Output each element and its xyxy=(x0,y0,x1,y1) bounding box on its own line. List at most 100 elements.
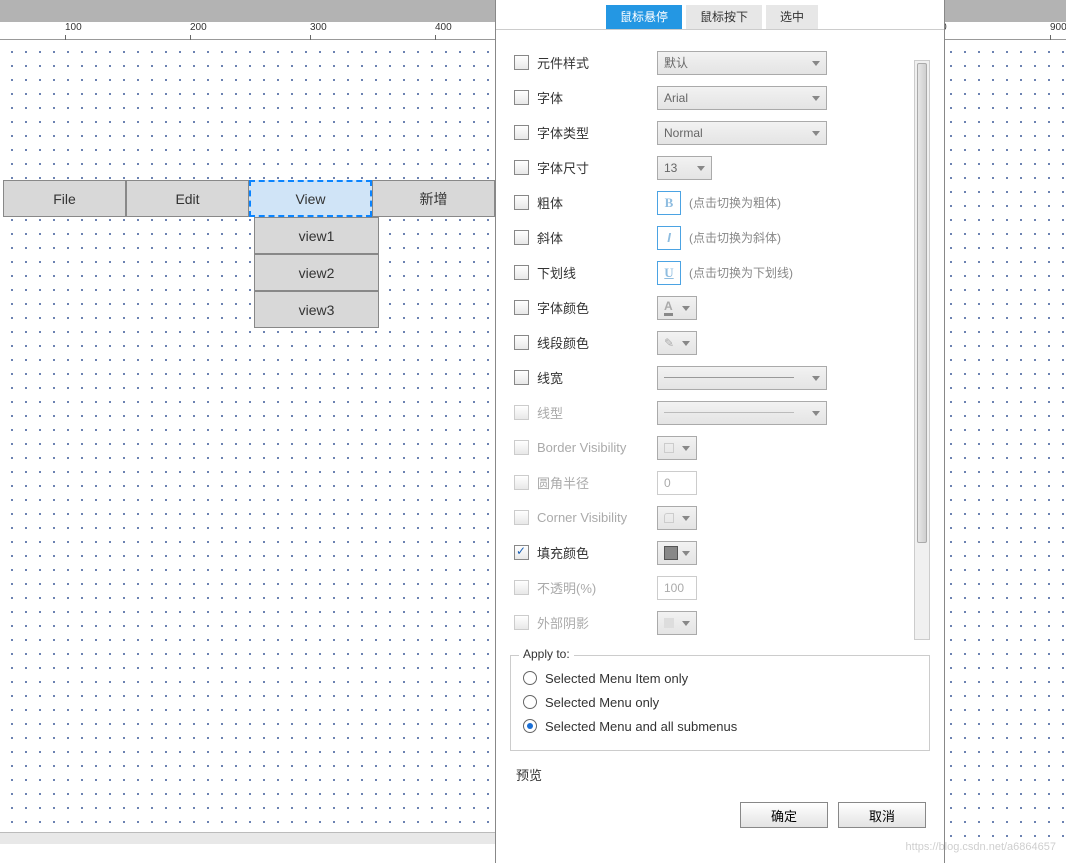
underline-icon[interactable]: U xyxy=(657,261,681,285)
ruler-tick: 100 xyxy=(65,22,82,33)
shadow-icon xyxy=(664,618,674,628)
tab-hover[interactable]: 鼠标悬停 xyxy=(606,5,682,29)
dropdown-line-style xyxy=(657,401,827,425)
radio-icon xyxy=(523,695,537,709)
properties-panel: 元件样式 默认 字体 Arial 字体类型 Normal 字体尺寸 13 粗体 … xyxy=(496,30,944,655)
label-fill-color: 填充颜色 xyxy=(537,543,657,562)
chevron-down-icon xyxy=(812,96,820,101)
check-font-type[interactable] xyxy=(514,125,529,140)
dropdown-border-visibility xyxy=(657,436,697,460)
pencil-icon: ✎ xyxy=(664,336,674,350)
chevron-down-icon xyxy=(682,446,690,451)
check-font-size[interactable] xyxy=(514,160,529,175)
dropdown-font-size[interactable]: 13 xyxy=(657,156,712,180)
chevron-down-icon xyxy=(682,551,690,556)
check-font[interactable] xyxy=(514,90,529,105)
ruler-tick: 300 xyxy=(310,22,327,33)
check-bold[interactable] xyxy=(514,195,529,210)
corner-icon xyxy=(664,513,674,523)
label-line-width: 线宽 xyxy=(537,368,657,387)
label-corner-visibility: Corner Visibility xyxy=(537,510,657,525)
radio-icon xyxy=(523,719,537,733)
check-outer-shadow xyxy=(514,615,529,630)
check-widget-style[interactable] xyxy=(514,55,529,70)
ruler-tick: 900 xyxy=(1050,22,1066,33)
hint-underline: (点击切换为下划线) xyxy=(689,264,793,281)
cancel-button[interactable]: 取消 xyxy=(838,802,926,828)
color-swatch xyxy=(664,546,678,560)
check-corner-radius xyxy=(514,475,529,490)
radio-icon xyxy=(523,671,537,685)
chevron-down-icon xyxy=(682,341,690,346)
check-underline[interactable] xyxy=(514,265,529,280)
preview-row: 预览 xyxy=(496,761,944,788)
design-canvas[interactable]: File Edit View 新增 view1 view2 view3 xyxy=(0,40,495,840)
tab-mousedown[interactable]: 鼠标按下 xyxy=(686,5,762,29)
radio-menu-submenus[interactable]: Selected Menu and all submenus xyxy=(523,714,917,738)
chevron-down-icon xyxy=(812,411,820,416)
menu-bar: File Edit View 新增 xyxy=(3,180,495,217)
chevron-down-icon xyxy=(697,166,705,171)
check-corner-visibility xyxy=(514,510,529,525)
label-underline: 下划线 xyxy=(537,263,657,282)
submenu: view1 view2 view3 xyxy=(254,217,379,328)
check-line-color[interactable] xyxy=(514,335,529,350)
radio-selected-item[interactable]: Selected Menu Item only xyxy=(523,666,917,690)
input-opacity: 100 xyxy=(657,576,697,600)
dialog-buttons: 确定 取消 xyxy=(496,788,944,828)
bold-icon[interactable]: B xyxy=(657,191,681,215)
dropdown-widget-style[interactable]: 默认 xyxy=(657,51,827,75)
label-font-type: 字体类型 xyxy=(537,123,657,142)
check-opacity xyxy=(514,580,529,595)
border-icon xyxy=(664,443,674,453)
dropdown-line-width[interactable] xyxy=(657,366,827,390)
label-line-style: 线型 xyxy=(537,403,657,422)
chevron-down-icon xyxy=(682,621,690,626)
state-tabs: 鼠标悬停 鼠标按下 选中 xyxy=(496,0,944,30)
label-font-size: 字体尺寸 xyxy=(537,158,657,177)
label-corner-radius: 圆角半径 xyxy=(537,473,657,492)
watermark: https://blog.csdn.net/a6864657 xyxy=(906,841,1056,853)
italic-icon[interactable]: I xyxy=(657,226,681,250)
check-line-style xyxy=(514,405,529,420)
scrollbar-thumb[interactable] xyxy=(917,63,927,543)
menu-item-edit[interactable]: Edit xyxy=(126,180,249,217)
label-font: 字体 xyxy=(537,88,657,107)
input-corner-radius: 0 xyxy=(657,471,697,495)
check-line-width[interactable] xyxy=(514,370,529,385)
radio-selected-menu[interactable]: Selected Menu only xyxy=(523,690,917,714)
check-italic[interactable] xyxy=(514,230,529,245)
label-widget-style: 元件样式 xyxy=(537,53,657,72)
menu-item-view[interactable]: View xyxy=(249,180,372,217)
style-dialog: 鼠标悬停 鼠标按下 选中 元件样式 默认 字体 Arial 字体类型 Norma… xyxy=(495,0,945,863)
dropdown-outer-shadow xyxy=(657,611,697,635)
menu-item-new[interactable]: 新增 xyxy=(372,180,495,217)
dropdown-line-color[interactable]: ✎ xyxy=(657,331,697,355)
check-border-visibility xyxy=(514,440,529,455)
label-opacity: 不透明(%) xyxy=(537,578,657,597)
scrollbar[interactable] xyxy=(914,60,930,640)
label-italic: 斜体 xyxy=(537,228,657,247)
dropdown-fill-color[interactable] xyxy=(657,541,697,565)
chevron-down-icon xyxy=(812,61,820,66)
design-canvas-right[interactable] xyxy=(925,40,1066,840)
chevron-down-icon xyxy=(682,516,690,521)
label-line-color: 线段颜色 xyxy=(537,333,657,352)
dropdown-font-type[interactable]: Normal xyxy=(657,121,827,145)
dropdown-corner-visibility xyxy=(657,506,697,530)
check-font-color[interactable] xyxy=(514,300,529,315)
chevron-down-icon xyxy=(682,306,690,311)
dropdown-font-color[interactable]: A xyxy=(657,296,697,320)
check-fill-color[interactable] xyxy=(514,545,529,560)
submenu-item[interactable]: view2 xyxy=(254,254,379,291)
label-preview: 预览 xyxy=(516,765,542,784)
ok-button[interactable]: 确定 xyxy=(740,802,828,828)
tab-selected[interactable]: 选中 xyxy=(766,5,818,29)
apply-to-group: Apply to: Selected Menu Item only Select… xyxy=(510,655,930,751)
label-border-visibility: Border Visibility xyxy=(537,440,657,455)
label-outer-shadow: 外部阴影 xyxy=(537,613,657,632)
submenu-item[interactable]: view1 xyxy=(254,217,379,254)
submenu-item[interactable]: view3 xyxy=(254,291,379,328)
dropdown-font[interactable]: Arial xyxy=(657,86,827,110)
menu-item-file[interactable]: File xyxy=(3,180,126,217)
